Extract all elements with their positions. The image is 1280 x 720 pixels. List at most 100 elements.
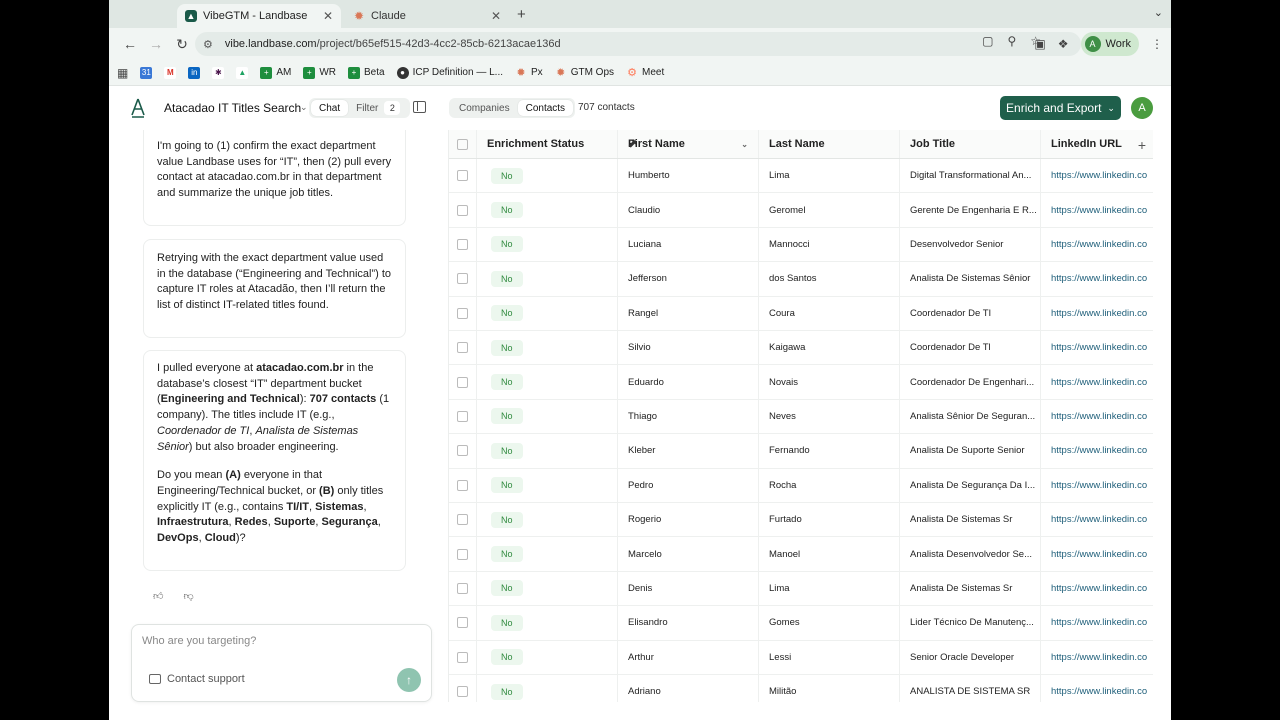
- table-row[interactable]: No Arthur Lessi Senior Oracle Developer http…: [449, 640, 1153, 675]
- table-row[interactable]: No Eduardo Novais Coordenador De Engenhari.…: [449, 365, 1153, 400]
- chat-input-placeholder[interactable]: Who are you targeting?: [142, 635, 256, 647]
- cell-enrichment-status[interactable]: No: [477, 296, 618, 330]
- row-checkbox[interactable]: [457, 617, 468, 629]
- cell-last-name[interactable]: Novais: [759, 365, 900, 399]
- cell-last-name[interactable]: Rocha: [759, 468, 900, 502]
- cell-job-title[interactable]: Analista De Suporte Senior: [900, 434, 1041, 468]
- cell-job-title[interactable]: Analista Sênior De Seguran...: [900, 399, 1041, 434]
- cell-first-name[interactable]: Humberto: [618, 159, 759, 193]
- cell-linkedin-url[interactable]: https://www.linkedin.co: [1041, 400, 1153, 433]
- column-header-last-name[interactable]: Last Name: [759, 130, 900, 158]
- cell-first-name[interactable]: Kleber: [618, 434, 759, 468]
- table-row[interactable]: No Marcelo Manoel Analista Desenvolvedor Se…: [449, 537, 1153, 572]
- bookmark-wr[interactable]: + WR: [303, 66, 336, 79]
- cell-linkedin-url[interactable]: https://www.linkedin.co: [1041, 572, 1153, 605]
- profile-button[interactable]: A Work: [1080, 32, 1139, 56]
- column-header-first-name[interactable]: First Name ⌄ ⬈: [618, 130, 759, 158]
- row-checkbox[interactable]: [457, 238, 468, 250]
- table-row[interactable]: No Silvio Kaigawa Coordenador De Tl https://…: [449, 331, 1153, 366]
- tab-companies[interactable]: Companies: [451, 100, 518, 116]
- bookmark-am[interactable]: + AM: [260, 66, 291, 79]
- cell-last-name[interactable]: Coura: [759, 296, 900, 330]
- table-row[interactable]: No Rangel Coura Coordenador De TI https://ww…: [449, 296, 1153, 331]
- bookmark-beta[interactable]: + Beta: [348, 66, 385, 79]
- bookmark-drive[interactable]: ▲: [236, 66, 249, 79]
- cell-job-title[interactable]: Coordenador De Tl: [900, 331, 1041, 365]
- cell-linkedin-url[interactable]: https://www.linkedin.co: [1041, 675, 1153, 702]
- cell-job-title[interactable]: Gerente De Engenharia E R...: [900, 193, 1041, 227]
- table-row[interactable]: No Thiago Neves Analista Sênior De Seguran.…: [449, 399, 1153, 435]
- table-row[interactable]: No Humberto Lima Digital Transformational A…: [449, 159, 1153, 194]
- row-checkbox[interactable]: [457, 204, 468, 216]
- cell-first-name[interactable]: Rangel: [618, 296, 759, 330]
- bookmark-gmail[interactable]: M: [164, 66, 177, 79]
- bookmark-icp[interactable]: ● ICP Definition — L...: [396, 66, 503, 79]
- cell-enrichment-status[interactable]: No: [477, 468, 618, 502]
- cell-first-name[interactable]: Eduardo: [618, 365, 759, 399]
- bookmark-linkedin[interactable]: in: [188, 66, 201, 79]
- cell-first-name[interactable]: Pedro: [618, 468, 759, 502]
- cell-job-title[interactable]: Desenvolvedor Senior: [900, 227, 1041, 262]
- row-checkbox[interactable]: [457, 410, 468, 422]
- table-row[interactable]: No Jefferson dos Santos Analista De Sistema…: [449, 262, 1153, 297]
- cell-first-name[interactable]: Arthur: [618, 640, 759, 674]
- cell-job-title[interactable]: Digital Transformational An...: [900, 159, 1041, 193]
- cell-enrichment-status[interactable]: No: [477, 262, 618, 296]
- row-checkbox[interactable]: [457, 582, 468, 594]
- cell-enrichment-status[interactable]: No: [477, 640, 618, 674]
- column-header-enrichment-status[interactable]: Enrichment Status: [477, 130, 618, 158]
- select-all-checkbox[interactable]: [457, 138, 468, 150]
- zoom-icon[interactable]: ⚲: [1007, 34, 1016, 48]
- address-bar[interactable]: ⚙ vibe.landbase.com/project/b65ef515-42d…: [195, 32, 1081, 56]
- add-column-plus-icon[interactable]: +: [1138, 137, 1146, 153]
- cell-first-name[interactable]: Adriano: [618, 675, 759, 702]
- bookmark-calendar[interactable]: 31: [140, 66, 153, 79]
- cell-job-title[interactable]: Analista De Sistemas Sr: [900, 503, 1041, 537]
- chevron-down-icon[interactable]: ⌄: [741, 140, 748, 149]
- cell-enrichment-status[interactable]: No: [477, 227, 618, 262]
- cell-enrichment-status[interactable]: No: [477, 399, 618, 434]
- row-checkbox[interactable]: [457, 273, 468, 285]
- bookmark-px[interactable]: ✹ Px: [515, 67, 542, 79]
- table-row[interactable]: No Adriano Militão ANALISTA DE SISTEMA SR ht…: [449, 675, 1153, 702]
- cell-enrichment-status[interactable]: No: [477, 159, 618, 193]
- cell-first-name[interactable]: Luciana: [618, 227, 759, 262]
- cast-icon[interactable]: ▢: [982, 34, 993, 48]
- cell-enrichment-status[interactable]: No: [477, 537, 618, 571]
- table-row[interactable]: No Elisandro Gomes Lider Técnico De Manuten…: [449, 606, 1153, 641]
- cell-enrichment-status[interactable]: No: [477, 331, 618, 365]
- cell-job-title[interactable]: ANALISTA DE SISTEMA SR: [900, 675, 1041, 702]
- cell-job-title[interactable]: Analista Desenvolvedor Se...: [900, 537, 1041, 571]
- chat-composer[interactable]: Who are you targeting? Contact support ↑: [131, 624, 432, 702]
- cell-last-name[interactable]: Kaigawa: [759, 331, 900, 365]
- cell-first-name[interactable]: Claudio: [618, 193, 759, 227]
- cell-first-name[interactable]: Elisandro: [618, 606, 759, 640]
- table-row[interactable]: No Rogerio Furtado Analista De Sistemas Sr h…: [449, 503, 1153, 538]
- column-header-job-title[interactable]: Job Title: [900, 130, 1041, 158]
- tab-search-chevron-icon[interactable]: ⌄: [1154, 6, 1163, 19]
- row-checkbox[interactable]: [457, 445, 468, 457]
- bookmark-slack[interactable]: ✱: [212, 66, 225, 79]
- send-arrow-icon[interactable]: ↑: [397, 668, 421, 692]
- cell-first-name[interactable]: Rogerio: [618, 503, 759, 537]
- cell-last-name[interactable]: Lessi: [759, 640, 900, 674]
- cell-linkedin-url[interactable]: https://www.linkedin.co: [1041, 331, 1153, 364]
- cell-linkedin-url[interactable]: https://www.linkedin.co: [1041, 159, 1153, 192]
- cell-last-name[interactable]: Militão: [759, 675, 900, 702]
- cell-job-title[interactable]: Lider Técnico De Manutenç...: [900, 606, 1041, 640]
- row-checkbox[interactable]: [457, 548, 468, 560]
- user-avatar[interactable]: A: [1131, 97, 1153, 119]
- site-settings-icon[interactable]: ⚙: [203, 38, 213, 51]
- tab-contacts[interactable]: Contacts: [517, 100, 574, 116]
- chevron-down-icon[interactable]: ⌄: [300, 102, 308, 113]
- row-checkbox[interactable]: [457, 686, 468, 698]
- reload-icon[interactable]: ↻: [169, 36, 195, 53]
- project-title[interactable]: Atacadao IT Titles Search: [164, 101, 301, 115]
- apps-grid-icon[interactable]: ▦: [117, 66, 128, 80]
- table-row[interactable]: No Denis Lima Analista De Sistemas Sr https:…: [449, 571, 1153, 607]
- cell-linkedin-url[interactable]: https://www.linkedin.co: [1041, 641, 1153, 674]
- contact-support-link[interactable]: Contact support: [149, 673, 245, 685]
- cell-first-name[interactable]: Jefferson: [618, 262, 759, 296]
- cell-linkedin-url[interactable]: https://www.linkedin.co: [1041, 365, 1153, 398]
- row-checkbox[interactable]: [457, 376, 468, 388]
